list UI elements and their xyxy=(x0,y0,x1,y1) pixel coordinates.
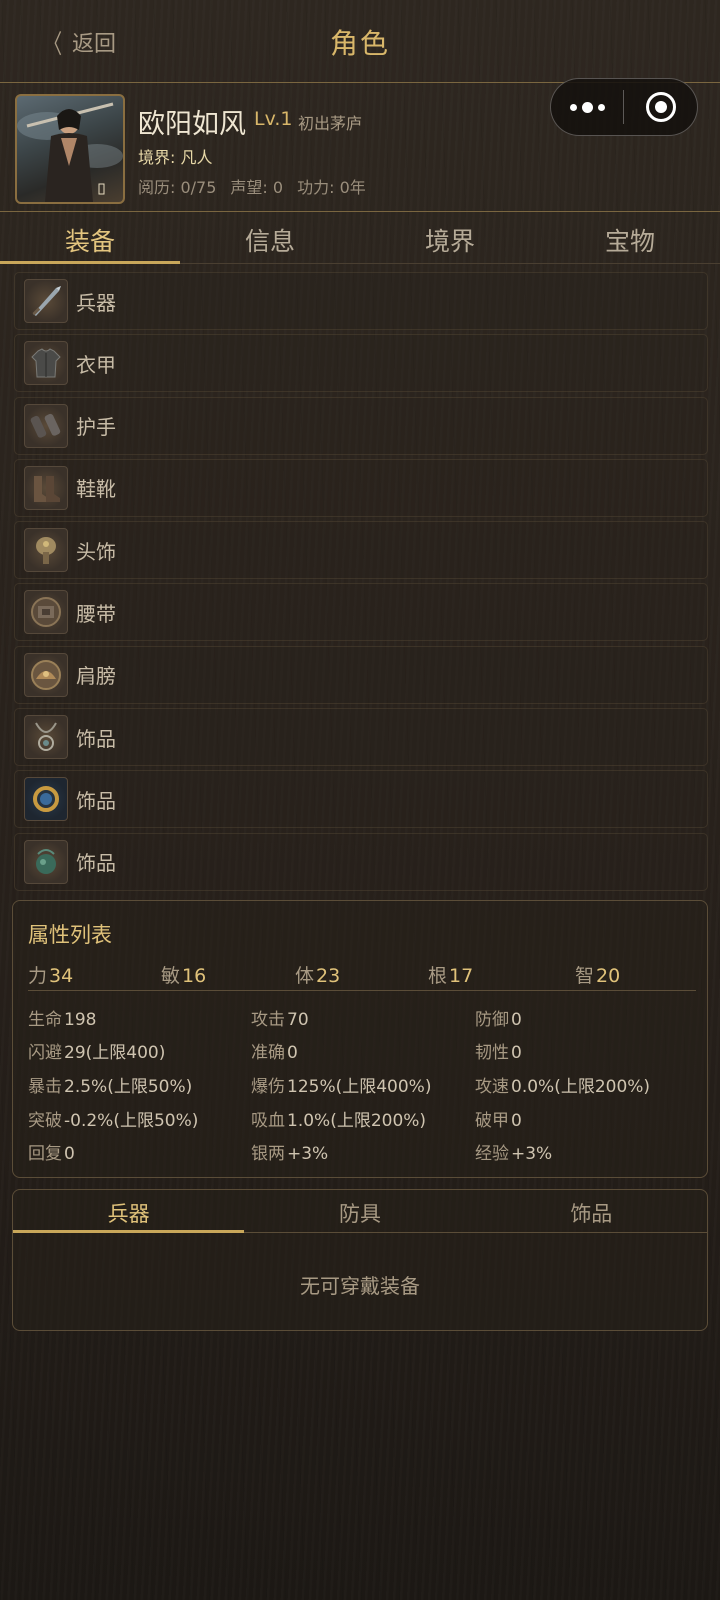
attr-root: 根 17 xyxy=(428,965,474,987)
slot-headwear[interactable]: 头饰 xyxy=(14,521,708,580)
ring-icon xyxy=(24,777,68,822)
attr-hp: 生命 198 xyxy=(28,1010,97,1030)
attr-silver-bonus: 银两 +3% xyxy=(251,1144,329,1164)
slot-label: 头饰 xyxy=(76,539,116,564)
power-stat: 功力: 0年 xyxy=(297,178,366,197)
attr-armor-break: 破甲 0 xyxy=(475,1111,522,1131)
slot-gauntlet[interactable]: 护手 xyxy=(14,396,708,455)
attr-attack: 攻击 70 xyxy=(251,1010,309,1030)
slot-label: 兵器 xyxy=(76,290,116,315)
attr-intelligence: 智 20 xyxy=(575,965,621,987)
attr-lifesteal: 吸血 1.0%(上限200%) xyxy=(251,1111,427,1131)
slot-shoulder[interactable]: 肩膀 xyxy=(14,645,708,704)
attributes-panel: 属性列表 力 34 敏 16 体 23 根 17 智 20 生命 198 攻击 70 防御 0 … xyxy=(12,900,708,1178)
avatar[interactable] xyxy=(15,94,125,204)
slot-label: 肩膀 xyxy=(76,664,116,689)
belt-icon xyxy=(24,590,68,635)
gauntlet-icon xyxy=(24,403,68,448)
capsule-menu xyxy=(550,78,698,136)
slot-label: 饰品 xyxy=(76,788,116,813)
attr-dodge: 闪避 29(上限400) xyxy=(28,1043,166,1063)
armor-icon xyxy=(24,341,68,386)
nav-bar: 〈 返回 角色 xyxy=(0,0,720,83)
attr-constitution: 体 23 xyxy=(295,965,341,987)
equipment-inventory-panel: 兵器 防具 饰品 无可穿戴装备 xyxy=(12,1189,708,1331)
tab-weapons[interactable]: 兵器 xyxy=(13,1190,245,1233)
slot-label: 护手 xyxy=(76,415,116,440)
attr-attack-speed: 攻速 0.0%(上限200%) xyxy=(475,1077,651,1097)
main-tabs: 装备 信息 境界 宝物 xyxy=(0,214,720,264)
more-icon-dot xyxy=(581,101,593,113)
hero-level: Lv.1 xyxy=(254,108,293,130)
slot-accessory-2[interactable]: 饰品 xyxy=(14,770,708,829)
tab-armor[interactable]: 防具 xyxy=(244,1190,475,1232)
hero-name: 欧阳如风 xyxy=(138,109,246,140)
attr-agility: 敏 16 xyxy=(161,965,207,987)
attr-regen: 回复 0 xyxy=(28,1144,75,1164)
more-button[interactable] xyxy=(551,79,623,135)
close-target-icon xyxy=(645,92,676,122)
slot-accessory-1[interactable]: 饰品 xyxy=(14,708,708,767)
tab-equipment[interactable]: 装备 xyxy=(0,214,180,264)
experience-stat: 阅历: 0/75 xyxy=(138,178,217,197)
slot-accessory-3[interactable]: 饰品 xyxy=(14,832,708,891)
hero-stage: 初出茅庐 xyxy=(298,114,363,133)
hero-portrait-icon xyxy=(17,102,123,202)
sword-icon xyxy=(24,279,68,323)
tab-info[interactable]: 信息 xyxy=(180,214,360,263)
hero-realm: 境界: 凡人 xyxy=(138,148,213,167)
more-icon xyxy=(569,103,577,111)
equipment-slots: 兵器 衣甲 护手 鞋靴 头饰 腰带 肩膀 饰品 饰品 饰品 xyxy=(14,272,708,895)
boots-icon xyxy=(24,465,68,510)
page-title: 角色 xyxy=(329,27,390,60)
slot-belt[interactable]: 腰带 xyxy=(14,583,708,642)
slot-label: 腰带 xyxy=(76,601,116,626)
attr-defense: 防御 0 xyxy=(475,1010,522,1030)
attr-crit: 暴击 2.5%(上限50%) xyxy=(28,1077,193,1097)
empty-equipment-message: 无可穿戴装备 xyxy=(300,1274,420,1298)
tab-realm[interactable]: 境界 xyxy=(360,214,540,263)
slot-label: 饰品 xyxy=(76,726,116,751)
more-icon-dot xyxy=(597,103,605,111)
attr-exp-bonus: 经验 +3% xyxy=(475,1144,553,1164)
necklace-icon xyxy=(24,715,68,760)
attr-accuracy: 准确 0 xyxy=(251,1043,298,1063)
close-button[interactable] xyxy=(624,79,697,135)
amulet-icon xyxy=(24,839,68,884)
slot-armor[interactable]: 衣甲 xyxy=(14,334,708,393)
attr-crit-damage: 爆伤 125%(上限400%) xyxy=(251,1077,432,1097)
slot-boots[interactable]: 鞋靴 xyxy=(14,458,708,517)
primary-attributes: 力 34 敏 16 体 23 根 17 智 20 xyxy=(28,961,696,991)
reputation-stat: 声望: 0 xyxy=(230,178,284,197)
attr-toughness: 韧性 0 xyxy=(475,1043,522,1063)
shoulder-icon xyxy=(24,652,68,697)
hero-stats: 阅历: 0/75 声望: 0 功力: 0年 xyxy=(138,174,366,198)
tab-treasure[interactable]: 宝物 xyxy=(540,214,720,263)
slot-label: 衣甲 xyxy=(76,352,116,377)
slot-label: 鞋靴 xyxy=(76,477,116,502)
attr-breakthrough: 突破 -0.2%(上限50%) xyxy=(28,1111,199,1131)
tab-accessories[interactable]: 饰品 xyxy=(476,1190,707,1232)
attributes-title: 属性列表 xyxy=(28,923,112,947)
attr-strength: 力 34 xyxy=(28,965,74,987)
headwear-icon xyxy=(24,528,68,573)
slot-label: 饰品 xyxy=(76,851,116,876)
equipment-type-tabs: 兵器 防具 饰品 xyxy=(13,1190,707,1233)
slot-weapon[interactable]: 兵器 xyxy=(14,272,708,330)
